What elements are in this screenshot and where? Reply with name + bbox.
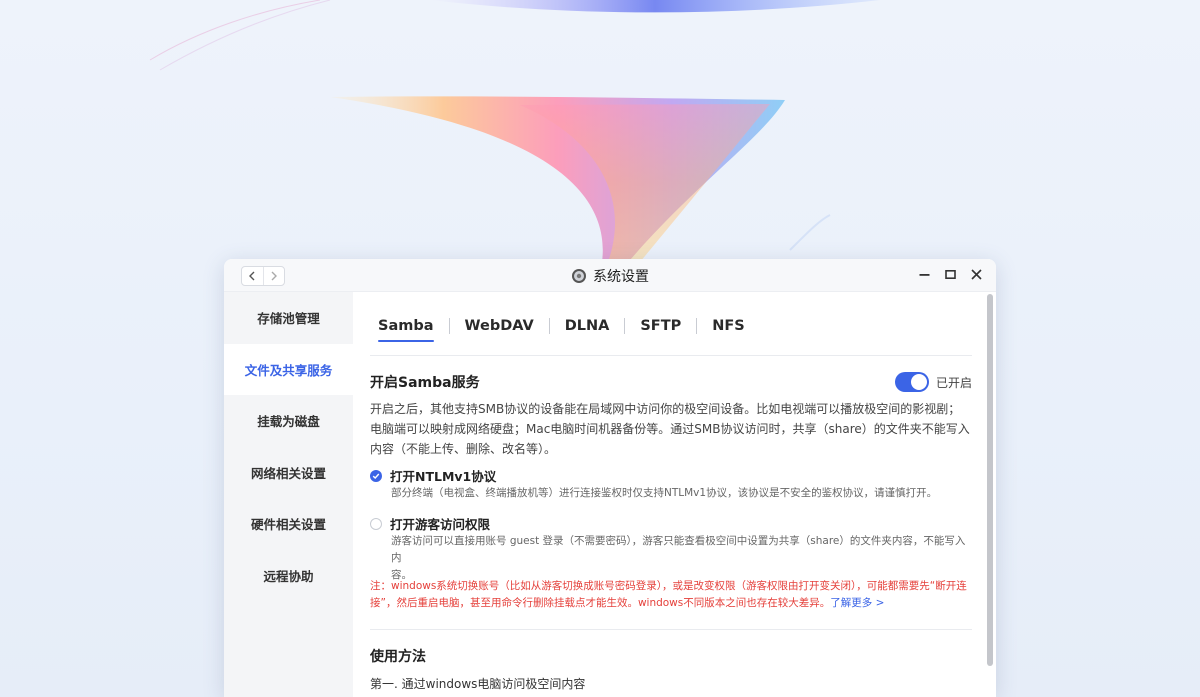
maximize-icon — [945, 269, 956, 280]
scroll-thumb[interactable] — [987, 294, 993, 666]
tab-samba[interactable]: Samba — [370, 318, 449, 334]
sidebar-item-storage-pool[interactable]: 存储池管理 — [224, 292, 353, 344]
sidebar-item-remote-assist[interactable]: 远程协助 — [224, 550, 353, 602]
samba-description-line: 内容（不能上传、删除、改名等）。 — [370, 439, 972, 459]
tab-dlna[interactable]: DLNA — [550, 318, 625, 334]
close-button[interactable] — [970, 268, 982, 280]
ntlmv1-description: 部分终端（电视盒、终端播放机等）进行连接鉴权时仅支持NTLMv1协议，该协议是不… — [391, 485, 971, 502]
samba-section-title: 开启Samba服务 — [370, 372, 480, 392]
sidebar-item-network[interactable]: 网络相关设置 — [224, 447, 353, 499]
guest-access-checkbox[interactable] — [370, 518, 382, 530]
learn-more-link[interactable]: 了解更多 > — [830, 597, 884, 609]
main-content: Samba WebDAV DLNA SFTP NFS 开启Samba服务 已开启… — [370, 292, 972, 697]
window-controls — [918, 268, 982, 280]
close-icon — [971, 269, 982, 280]
title-bar: 系统设置 — [224, 259, 996, 292]
tab-webdav[interactable]: WebDAV — [450, 318, 549, 334]
sidebar-item-mount-disk[interactable]: 挂载为磁盘 — [224, 395, 353, 447]
tab-bar: Samba WebDAV DLNA SFTP NFS — [370, 312, 760, 340]
settings-app-icon — [571, 268, 587, 284]
guest-access-label: 打开游客访问权限 — [390, 514, 490, 533]
usage-step-1: 第一. 通过windows电脑访问极空间内容 — [370, 675, 585, 692]
section-divider — [370, 629, 972, 630]
note-line: 接”，然后重启电脑，甚至用命令行删除挂载点才能生效。windows不同版本之间也… — [370, 595, 972, 612]
samba-description-line: 开启之后，其他支持SMB协议的设备能在局域网中访问你的极空间设备。比如电视端可以… — [370, 399, 972, 419]
guest-access-description: 游客访问可以直接用账号 guest 登录（不需要密码），游客只能查看极空间中设置… — [391, 533, 971, 584]
sidebar-item-file-sharing[interactable]: 文件及共享服务 — [224, 344, 353, 396]
minimize-button[interactable] — [918, 268, 930, 280]
tab-divider-line — [370, 355, 972, 356]
maximize-button[interactable] — [944, 268, 956, 280]
note-line: 注：windows系统切换账号（比如从游客切换成账号密码登录），或是改变权限（游… — [370, 578, 972, 595]
samba-description-line: 电脑端可以映射成网络硬盘；Mac电脑时间机器备份等。通过SMB协议访问时，共享（… — [370, 419, 972, 439]
ntlmv1-checkbox[interactable] — [370, 470, 382, 482]
ntlmv1-label: 打开NTLMv1协议 — [390, 466, 496, 485]
content-scrollbar[interactable] — [987, 292, 994, 697]
toggle-knob — [911, 374, 927, 390]
windows-warning-note: 注：windows系统切换账号（比如从游客切换成账号密码登录），或是改变权限（游… — [370, 578, 972, 612]
samba-toggle[interactable] — [895, 372, 929, 392]
note-line-text: 接”，然后重启电脑，甚至用命令行删除挂载点才能生效。windows不同版本之间也… — [370, 597, 830, 609]
tab-sftp[interactable]: SFTP — [625, 318, 696, 334]
minimize-icon — [919, 269, 930, 280]
sidebar: 存储池管理 文件及共享服务 挂载为磁盘 网络相关设置 硬件相关设置 远程协助 — [224, 292, 353, 697]
guest-access-description-line: 游客访问可以直接用账号 guest 登录（不需要密码），游客只能查看极空间中设置… — [391, 533, 971, 567]
ntlmv1-option[interactable]: 打开NTLMv1协议 — [370, 466, 496, 485]
samba-toggle-group: 已开启 — [895, 372, 972, 392]
settings-window: 系统设置 存储池管理 文件及共享服务 挂载为磁盘 网络相关设置 硬件相关设置 远… — [224, 259, 996, 697]
check-icon — [372, 472, 380, 480]
usage-title: 使用方法 — [370, 646, 426, 666]
window-title: 系统设置 — [224, 266, 996, 286]
window-title-text: 系统设置 — [593, 266, 649, 286]
sidebar-item-hardware[interactable]: 硬件相关设置 — [224, 498, 353, 550]
tab-nfs[interactable]: NFS — [697, 318, 759, 334]
guest-access-option[interactable]: 打开游客访问权限 — [370, 514, 490, 533]
samba-toggle-status: 已开启 — [936, 374, 972, 391]
samba-description: 开启之后，其他支持SMB协议的设备能在局域网中访问你的极空间设备。比如电视端可以… — [370, 399, 972, 459]
